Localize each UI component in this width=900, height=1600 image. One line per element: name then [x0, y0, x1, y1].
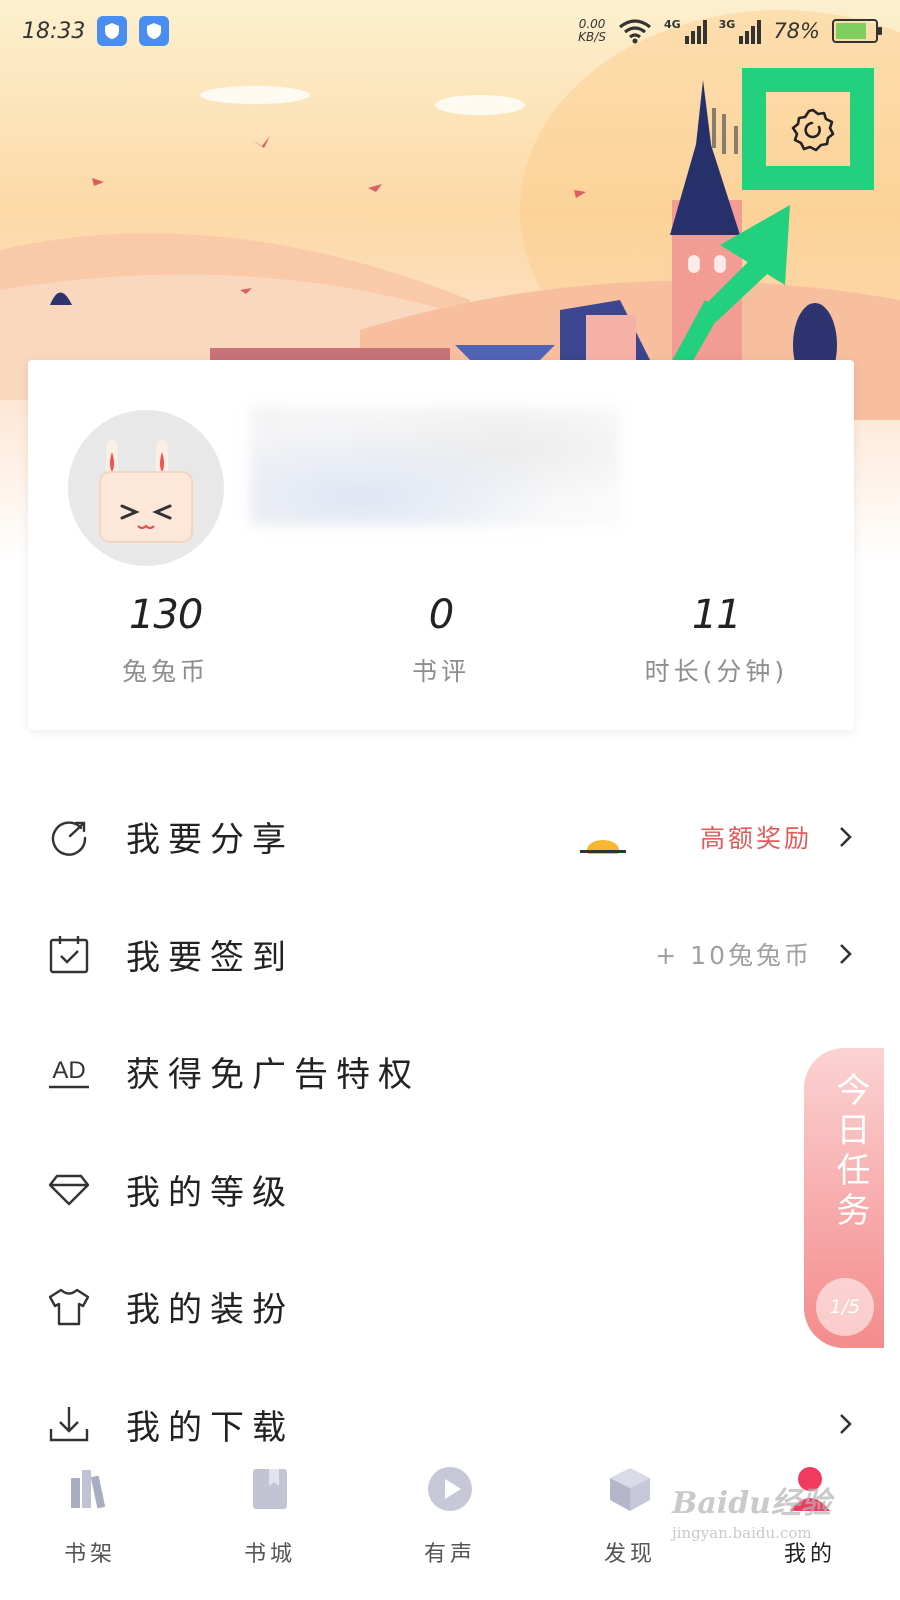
cellular-signal-2: 3G [719, 18, 762, 44]
menu-item-share[interactable]: 我要分享 高额奖励 [0, 778, 900, 896]
menu-item-label: 我的下载 [126, 1407, 294, 1448]
menu-item-dressup[interactable]: 我的装扮 [0, 1248, 900, 1366]
stat-value: 0 [428, 592, 454, 638]
discover-cube-icon [605, 1464, 655, 1514]
daily-task-title: 今日任务 [830, 1072, 870, 1232]
avatar[interactable] [68, 410, 224, 566]
signal-type-label: 3G [718, 18, 736, 31]
coin-icon [580, 840, 626, 854]
network-speed-unit: KB/S [578, 30, 606, 44]
diamond-icon [46, 1166, 92, 1212]
checkin-reward-text: + 10兔兔币 [655, 941, 812, 971]
username-redacted [250, 406, 620, 526]
signal-type-label: 4G [663, 18, 681, 31]
nav-label: 我的 [783, 1542, 836, 1567]
battery-icon [832, 19, 882, 43]
nav-label: 发现 [603, 1542, 656, 1567]
menu-item-label: 我要分享 [126, 820, 294, 861]
status-time: 18:33 [22, 18, 86, 44]
share-reward-text: 高额奖励 [699, 823, 812, 853]
chevron-right-icon [840, 1414, 852, 1435]
bookshelf-icon [65, 1464, 115, 1514]
menu-item-label: 我的等级 [126, 1172, 294, 1213]
stat-coins[interactable]: 130 兔兔币 [28, 592, 303, 688]
share-icon [46, 814, 92, 860]
stats-row: 130 兔兔币 0 书评 11 时长(分钟) [28, 592, 854, 688]
gear-icon [791, 108, 835, 152]
daily-task-tab[interactable]: 今日任务 1/5 [804, 1048, 884, 1348]
menu-item-label: 我要签到 [126, 937, 294, 978]
shield-icon [97, 16, 128, 46]
bunny-avatar-icon [99, 440, 193, 543]
menu-item-checkin[interactable]: 我要签到 + 10兔兔币 [0, 896, 900, 1014]
download-icon [46, 1401, 92, 1447]
audio-play-icon [425, 1464, 475, 1514]
battery-percent: 78% [773, 19, 820, 43]
nav-item-profile[interactable]: 我的 [720, 1458, 900, 1600]
nav-item-audio[interactable]: 有声 [360, 1458, 540, 1600]
nav-item-discover[interactable]: 发现 [540, 1458, 720, 1600]
menu-item-level[interactable]: 我的等级 [0, 1131, 900, 1249]
stat-label: 兔兔币 [122, 657, 210, 686]
menu-item-label: 我的装扮 [126, 1290, 294, 1331]
calendar-check-icon [46, 931, 92, 977]
tshirt-icon [46, 1284, 92, 1330]
battery-level [836, 23, 866, 39]
nav-item-bookshelf[interactable]: 书架 [0, 1458, 180, 1600]
ad-icon: AD [46, 1049, 92, 1095]
stat-value: 11 [691, 592, 742, 638]
status-bar: 18:33 0.00 KB/S 4G 3G 78% [0, 0, 900, 62]
wifi-icon [618, 19, 651, 44]
menu-list: 我要分享 高额奖励 我要签到 + 10兔兔币 AD 获得免广告特权 我的等级 我… [0, 778, 900, 1483]
status-indicators: 0.00 KB/S 4G 3G 78% [578, 18, 882, 44]
nav-label: 书城 [243, 1542, 296, 1567]
daily-task-progress: 1/5 [816, 1278, 874, 1336]
stat-value: 130 [128, 592, 203, 638]
menu-item-ad-free[interactable]: AD 获得免广告特权 [0, 1013, 900, 1131]
nav-label: 书架 [63, 1542, 116, 1567]
bottom-nav: 书架 书城 有声 发现 我的 [0, 1458, 900, 1600]
network-speed: 0.00 KB/S [578, 18, 606, 44]
svg-text:AD: AD [52, 1057, 85, 1084]
chevron-right-icon [840, 944, 852, 965]
stat-reviews[interactable]: 0 书评 [303, 592, 578, 688]
nav-label: 有声 [423, 1542, 476, 1567]
bookstore-icon [245, 1464, 295, 1514]
profile-card: 130 兔兔币 0 书评 11 时长(分钟) [28, 360, 854, 730]
stat-label: 时长(分钟) [644, 657, 789, 686]
chevron-right-icon [840, 826, 852, 847]
shield-icon [139, 16, 170, 46]
cellular-signal-1: 4G [664, 18, 707, 44]
profile-icon [785, 1464, 835, 1514]
stat-label: 书评 [411, 657, 470, 686]
menu-item-label: 获得免广告特权 [126, 1055, 420, 1096]
nav-item-bookstore[interactable]: 书城 [180, 1458, 360, 1600]
stat-duration[interactable]: 11 时长(分钟) [579, 592, 854, 688]
settings-button[interactable] [787, 104, 839, 156]
